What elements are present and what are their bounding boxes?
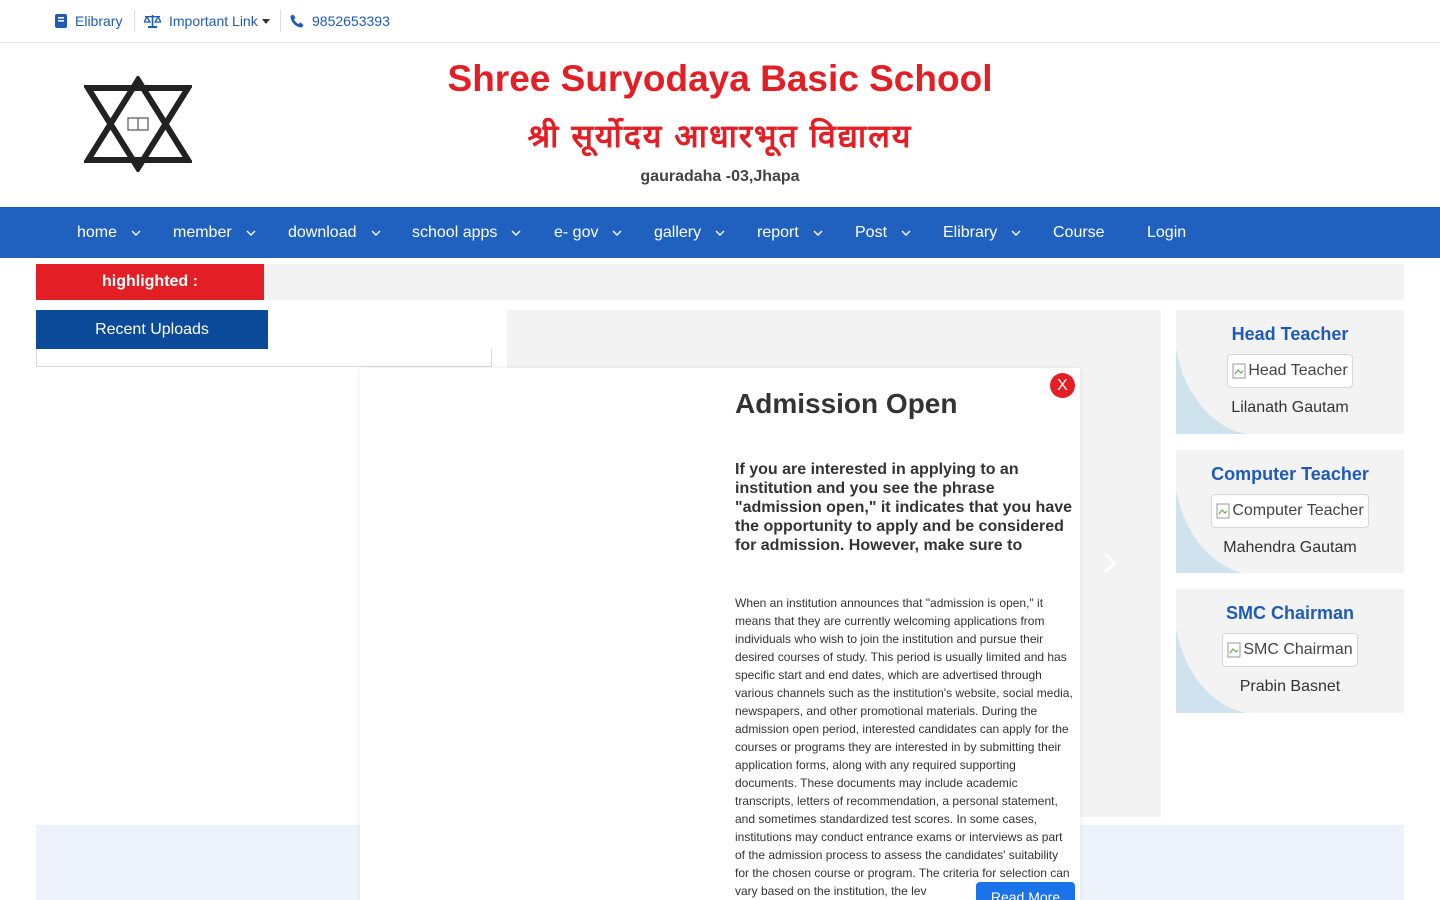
top-bar: Elibrary Important Link 9852653393	[0, 0, 1440, 43]
staff-role: Computer Teacher	[1211, 464, 1369, 484]
nav-item-home[interactable]: home	[77, 207, 141, 258]
staff-photo: Head Teacher	[1227, 354, 1353, 388]
chevron-down-icon	[246, 230, 256, 236]
chevron-down-icon	[1011, 230, 1021, 236]
chevron-right-icon[interactable]	[1102, 552, 1118, 574]
nav-item-label: download	[288, 223, 357, 241]
staff-card-computer-teacher: Computer Teacher Computer Teacher Mahend…	[1176, 450, 1404, 573]
elibrary-label: Elibrary	[75, 13, 123, 29]
recent-uploads-list	[36, 349, 492, 367]
highlight-label: highlighted :	[36, 264, 264, 300]
nav-item-course[interactable]: Course	[1053, 207, 1105, 258]
nav-item-label: Login	[1147, 223, 1187, 241]
staff-name: Mahendra Gautam	[1223, 539, 1357, 556]
staff-role: Head Teacher	[1231, 324, 1349, 344]
staff-name: Lilanath Gautam	[1231, 399, 1349, 416]
nav-item-label: Elibrary	[943, 223, 998, 241]
nav-item-elibrary[interactable]: Elibrary	[943, 207, 1021, 258]
chevron-down-icon	[371, 230, 380, 236]
nav-item-report[interactable]: report	[757, 207, 823, 258]
important-link-label: Important Link	[169, 13, 258, 29]
staff-photo-alt: SMC Chairman	[1243, 641, 1353, 658]
main-nav: home member download school apps e- gov …	[0, 207, 1440, 258]
nav-item-label: school apps	[412, 223, 498, 241]
staff-name: Prabin Basnet	[1239, 678, 1341, 695]
phone-link[interactable]: 9852653393	[290, 0, 390, 42]
nav-item-label: home	[77, 223, 118, 241]
staff-photo: SMC Chairman	[1222, 633, 1358, 667]
balance-scale-icon	[144, 15, 161, 28]
school-name: Shree Suryodaya Basic School	[447, 58, 993, 99]
nav-item-label: member	[173, 223, 232, 241]
chevron-down-icon	[715, 230, 725, 236]
staff-role: SMC Chairman	[1225, 603, 1355, 623]
read-more-button[interactable]: Read More	[976, 882, 1075, 900]
caret-down-icon	[261, 18, 270, 24]
modal-lead-text: If you are interested in applying to an …	[735, 461, 1073, 554]
modal-title: Admission Open	[735, 388, 958, 419]
nav-item-label: gallery	[654, 223, 702, 241]
nav-item-label: Course	[1053, 223, 1105, 241]
topbar-divider	[134, 10, 135, 32]
broken-image-icon	[1216, 503, 1230, 519]
phone-icon	[290, 14, 304, 28]
recent-uploads-tab[interactable]: Recent Uploads	[36, 310, 268, 350]
elibrary-link[interactable]: Elibrary	[55, 0, 122, 42]
important-link-dropdown[interactable]: Important Link	[144, 0, 270, 42]
topbar-divider	[280, 10, 281, 32]
nav-item-post[interactable]: Post	[855, 207, 911, 258]
modal-body-text: When an institution announces that "admi…	[735, 596, 1073, 898]
staff-photo-alt: Computer Teacher	[1232, 502, 1364, 519]
book-icon	[55, 14, 67, 28]
nav-item-label: report	[757, 223, 799, 241]
nav-item-gallery[interactable]: gallery	[654, 207, 725, 258]
close-button[interactable]: X	[1050, 373, 1075, 398]
staff-photo-alt: Head Teacher	[1248, 362, 1348, 379]
nav-item-login[interactable]: Login	[1147, 207, 1186, 258]
nav-item-member[interactable]: member	[173, 207, 256, 258]
nav-item-e-gov[interactable]: e- gov	[554, 207, 622, 258]
staff-photo: Computer Teacher	[1211, 494, 1369, 528]
broken-image-icon	[1232, 363, 1246, 379]
staff-card-head-teacher: Head Teacher Head Teacher Lilanath Gauta…	[1176, 310, 1404, 434]
nav-item-school-apps[interactable]: school apps	[412, 207, 521, 258]
school-address: gauradaha -03,Jhapa	[640, 168, 800, 185]
chevron-down-icon	[131, 230, 141, 236]
nav-item-label: Post	[855, 223, 888, 241]
chevron-down-icon	[511, 230, 521, 236]
chevron-down-icon	[612, 230, 622, 236]
phone-number: 9852653393	[312, 13, 390, 29]
chevron-down-icon	[901, 230, 911, 236]
school-name-nepali: श्री सूर्योदय आधारभूत विद्यालय	[527, 118, 913, 154]
nav-item-download[interactable]: download	[288, 207, 381, 258]
nav-item-label: e- gov	[554, 223, 599, 241]
staff-card-smc-chairman: SMC Chairman SMC Chairman Prabin Basnet	[1176, 589, 1404, 713]
chevron-down-icon	[813, 230, 823, 236]
broken-image-icon	[1227, 642, 1241, 658]
